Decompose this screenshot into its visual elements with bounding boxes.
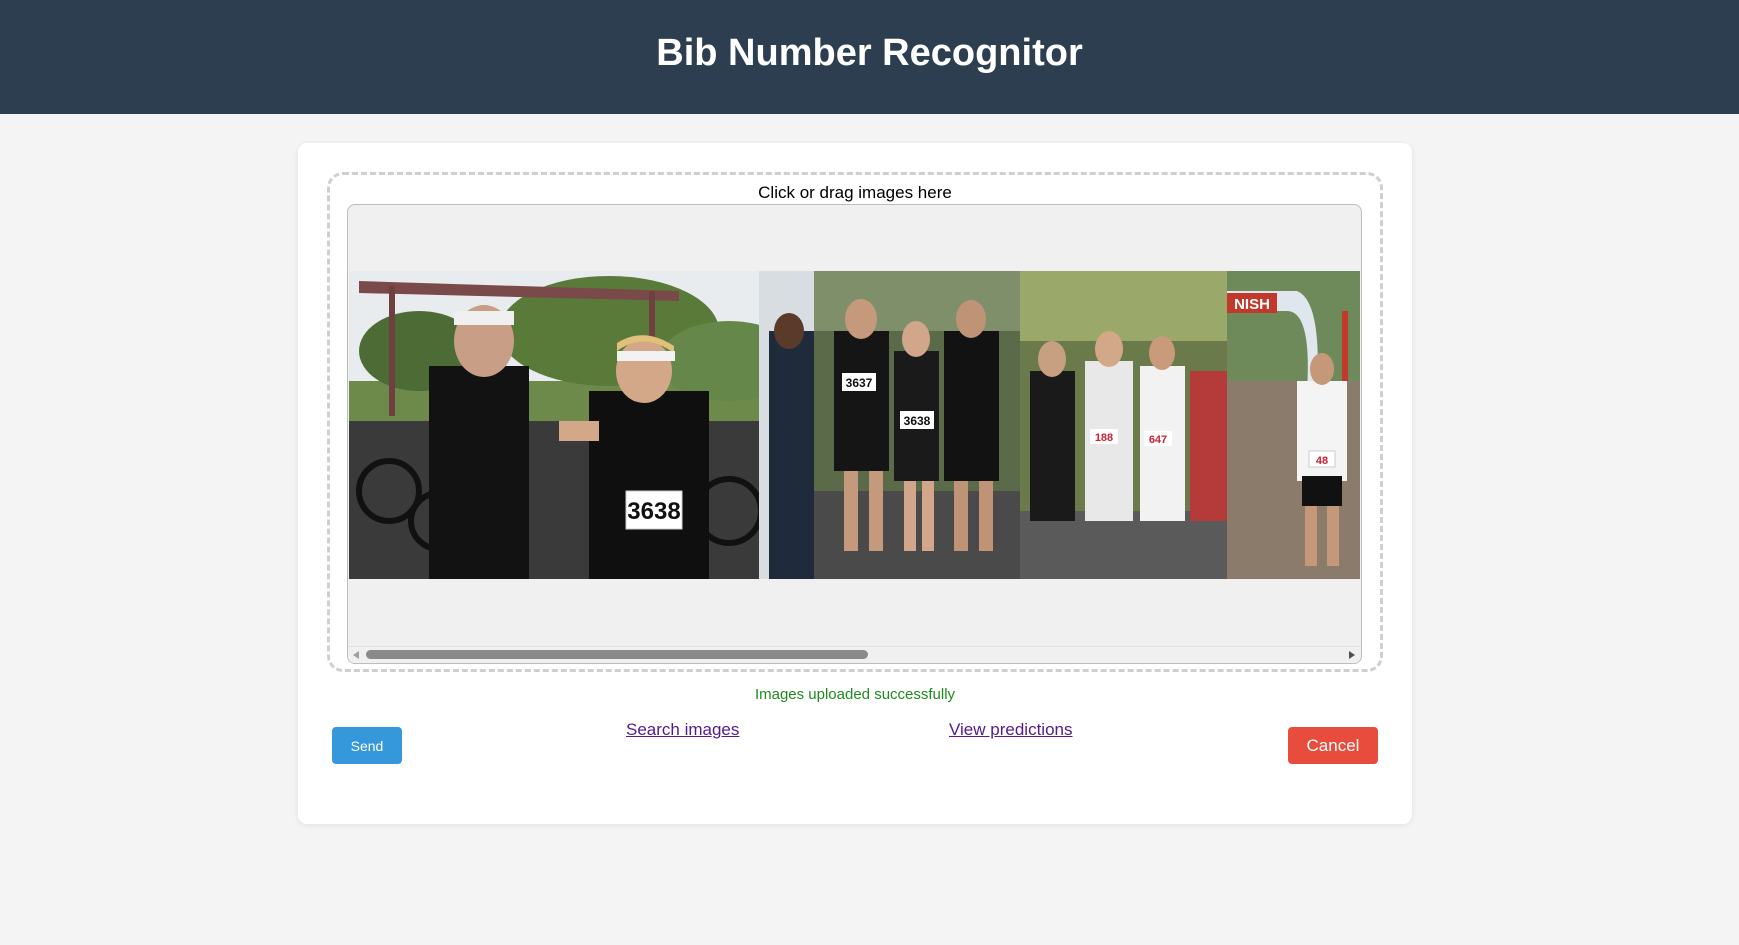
cancel-button[interactable]: Cancel	[1288, 727, 1378, 764]
scroll-left-icon[interactable]	[353, 651, 359, 659]
bib-label: 188	[1095, 432, 1113, 444]
image-dropzone[interactable]: Click or drag images here 3638 3637 3638…	[327, 172, 1383, 672]
horizontal-scrollbar[interactable]	[348, 646, 1361, 663]
finish-arch-photo[interactable]: NISH 48	[1227, 271, 1360, 579]
upload-card: Click or drag images here 3638 3637 3638…	[298, 143, 1412, 824]
runners-group-photo[interactable]: 3637 3638	[814, 271, 1020, 579]
search-images-link[interactable]: Search images	[626, 720, 739, 740]
send-button[interactable]: Send	[332, 727, 402, 764]
start-line-crowd-photo[interactable]: 188 647	[1020, 271, 1227, 579]
image-strip: 3638 3637 3638 188 647 NISH 48	[349, 271, 1360, 579]
page-title: Bib Number Recognitor	[656, 31, 1083, 74]
bib-label: 48	[1316, 455, 1328, 467]
view-predictions-link[interactable]: View predictions	[949, 720, 1072, 740]
bib-label: 3638	[904, 414, 931, 428]
scrollbar-thumb[interactable]	[366, 650, 868, 659]
bib-label: 647	[1149, 434, 1167, 446]
scroll-right-icon[interactable]	[1349, 651, 1355, 659]
upload-status-message: Images uploaded successfully	[754, 686, 956, 703]
bib-label: 3637	[846, 376, 873, 390]
image-gallery[interactable]: 3638 3637 3638 188 647 NISH 48	[347, 204, 1362, 664]
transition-area-photo[interactable]: 3638	[349, 271, 814, 579]
dropzone-label: Click or drag images here	[758, 183, 952, 202]
app-header: Bib Number Recognitor	[0, 0, 1739, 114]
banner-text: NISH	[1234, 296, 1270, 313]
bib-label: 3638	[627, 498, 680, 525]
